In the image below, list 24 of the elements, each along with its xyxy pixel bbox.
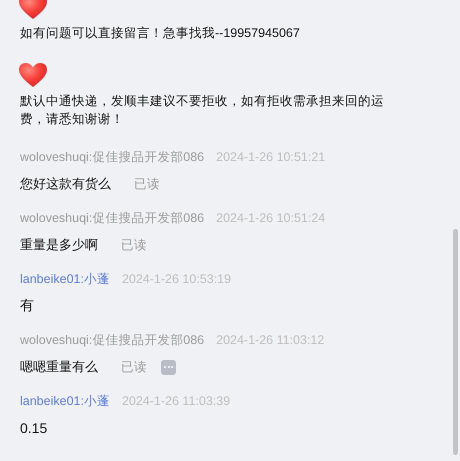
message-text: 0.15: [20, 420, 48, 436]
message-time: 2024-1-26 10:51:21: [216, 149, 326, 166]
read-status: 已读: [121, 358, 147, 376]
heart-icon: [18, 0, 48, 20]
message-time: 2024-1-26 10:51:24: [216, 210, 326, 227]
message-time: 2024-1-26 11:03:12: [216, 332, 324, 349]
notice-text: 默认中通快递，发顺丰建议不要拒收，如有拒收需承担来回的运费，请悉知谢谢！: [20, 93, 385, 128]
message-time: 2024-1-26 10:53:19: [122, 271, 232, 288]
message-text: 有: [20, 297, 34, 315]
sender-name: lanbeike01:小蓬: [20, 271, 110, 288]
sender-name: woloveshuqi:促佳搜品开发部086: [20, 210, 204, 227]
notice-text: 如有问题可以直接留言！急事找我--19957945067: [20, 25, 300, 42]
sender-name: woloveshuqi:促佳搜品开发部086: [20, 149, 204, 166]
read-status: 已读: [121, 236, 147, 254]
message-text: 嗯嗯重量有么: [20, 358, 98, 376]
message-time: 2024-1-26 11:03:39: [122, 393, 230, 410]
read-status: 已读: [134, 176, 160, 192]
sender-name: lanbeike01:小蓬: [20, 393, 110, 410]
scrollbar-thumb[interactable]: [453, 229, 458, 455]
heart-icon: [18, 62, 48, 88]
message-text: 您好这款有货么: [20, 175, 111, 193]
message-text: 重量是多少啊: [20, 236, 98, 254]
more-icon[interactable]: [161, 360, 176, 374]
sender-name: woloveshuqi:促佳搜品开发部086: [20, 332, 204, 349]
